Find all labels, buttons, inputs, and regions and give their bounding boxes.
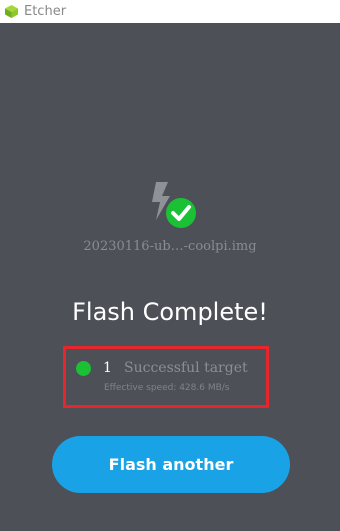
effective-speed-text: Effective speed: 428.6 MB/s	[104, 383, 230, 393]
image-filename: 20230116-ub…-coolpi.img	[83, 239, 257, 254]
result-highlight-box	[63, 346, 269, 408]
flash-complete-heading: Flash Complete!	[72, 298, 268, 326]
window-title: Etcher	[24, 4, 67, 19]
etcher-cube-icon	[4, 4, 19, 19]
successful-target-label: Successful target	[124, 360, 248, 376]
flash-another-button[interactable]: Flash another	[52, 436, 290, 493]
success-status-dot	[76, 361, 91, 376]
window-titlebar: Etcher	[0, 0, 340, 23]
successful-target-count: 1	[103, 360, 112, 376]
flash-bolt-check-icon	[146, 180, 198, 232]
